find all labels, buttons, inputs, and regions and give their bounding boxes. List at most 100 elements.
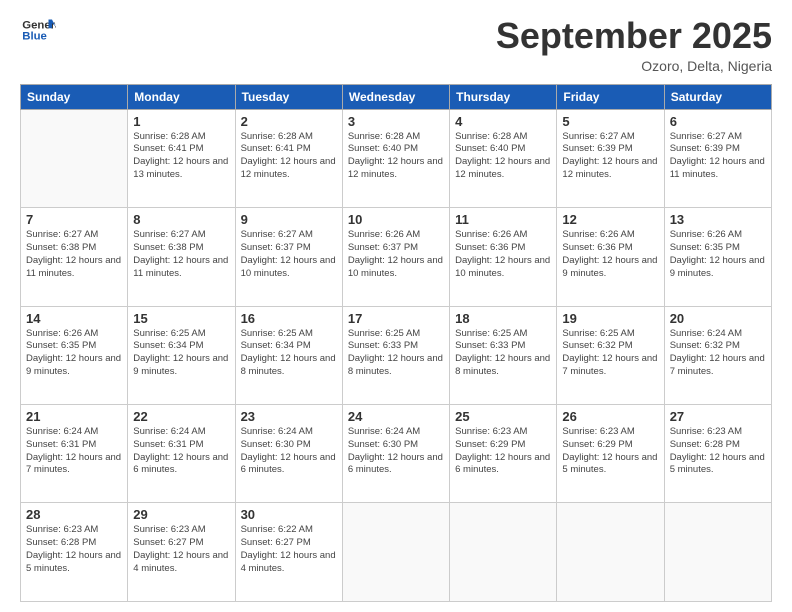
day-info: Sunrise: 6:25 AMSunset: 6:32 PMDaylight:… — [562, 328, 658, 379]
day-info: Sunrise: 6:26 AMSunset: 6:36 PMDaylight:… — [562, 229, 658, 280]
day-number: 8 — [133, 212, 229, 227]
calendar-cell: 18Sunrise: 6:25 AMSunset: 6:33 PMDayligh… — [450, 306, 557, 404]
day-info: Sunrise: 6:24 AMSunset: 6:31 PMDaylight:… — [26, 426, 122, 477]
calendar-cell: 29 Sunrise: 6:23 AMSunset: 6:27 PMDayligh… — [128, 503, 235, 602]
day-number: 19 — [562, 311, 658, 326]
logo: General Blue — [20, 16, 56, 44]
calendar-cell: 27Sunrise: 6:23 AMSunset: 6:28 PMDayligh… — [664, 405, 771, 503]
header: General Blue September 2025 Ozoro, Delta… — [20, 16, 772, 74]
calendar-cell: 2Sunrise: 6:28 AMSunset: 6:41 PMDaylight… — [235, 109, 342, 207]
day-info: Sunrise: 6:27 AMSunset: 6:38 PMDaylight:… — [26, 229, 122, 280]
calendar-cell: 4 Sunrise: 6:28 AMSunset: 6:40 PMDaylight… — [450, 109, 557, 207]
calendar-week-0: 1 Sunrise: 6:28 AMSunset: 6:41 PMDaylight… — [21, 109, 772, 207]
calendar-week-1: 7 Sunrise: 6:27 AMSunset: 6:38 PMDaylight… — [21, 208, 772, 306]
day-number: 25 — [455, 409, 551, 424]
col-saturday: Saturday — [664, 84, 771, 109]
calendar-cell: 15 Sunrise: 6:25 AMSunset: 6:34 PMDayligh… — [128, 306, 235, 404]
calendar-cell: 30 Sunrise: 6:22 AMSunset: 6:27 PMDayligh… — [235, 503, 342, 602]
title-block: September 2025 Ozoro, Delta, Nigeria — [496, 16, 772, 74]
calendar-cell: 19 Sunrise: 6:25 AMSunset: 6:32 PMDayligh… — [557, 306, 664, 404]
calendar-cell: 9 Sunrise: 6:27 AMSunset: 6:37 PMDaylight… — [235, 208, 342, 306]
day-number: 26 — [562, 409, 658, 424]
day-info: Sunrise: 6:23 AMSunset: 6:29 PMDaylight:… — [562, 426, 658, 477]
calendar-cell: 5Sunrise: 6:27 AMSunset: 6:39 PMDaylight… — [557, 109, 664, 207]
day-info: Sunrise: 6:25 AMSunset: 6:33 PMDaylight:… — [348, 328, 444, 379]
day-number: 14 — [26, 311, 122, 326]
day-info: Sunrise: 6:23 AMSunset: 6:27 PMDaylight:… — [133, 524, 229, 575]
calendar-cell: 26 Sunrise: 6:23 AMSunset: 6:29 PMDayligh… — [557, 405, 664, 503]
day-number: 6 — [670, 114, 766, 129]
day-number: 15 — [133, 311, 229, 326]
calendar-cell: 16 Sunrise: 6:25 AMSunset: 6:34 PMDayligh… — [235, 306, 342, 404]
day-info: Sunrise: 6:23 AMSunset: 6:29 PMDaylight:… — [455, 426, 551, 477]
day-number: 3 — [348, 114, 444, 129]
calendar-cell — [557, 503, 664, 602]
day-number: 4 — [455, 114, 551, 129]
calendar-cell: 10Sunrise: 6:26 AMSunset: 6:37 PMDayligh… — [342, 208, 449, 306]
day-number: 21 — [26, 409, 122, 424]
day-number: 27 — [670, 409, 766, 424]
day-info: Sunrise: 6:25 AMSunset: 6:34 PMDaylight:… — [133, 328, 229, 379]
day-number: 9 — [241, 212, 337, 227]
calendar-week-2: 14 Sunrise: 6:26 AMSunset: 6:35 PMDayligh… — [21, 306, 772, 404]
calendar-cell: 12 Sunrise: 6:26 AMSunset: 6:36 PMDayligh… — [557, 208, 664, 306]
calendar-cell: 8 Sunrise: 6:27 AMSunset: 6:38 PMDaylight… — [128, 208, 235, 306]
calendar-cell: 11 Sunrise: 6:26 AMSunset: 6:36 PMDayligh… — [450, 208, 557, 306]
calendar-cell: 6 Sunrise: 6:27 AMSunset: 6:39 PMDaylight… — [664, 109, 771, 207]
calendar-week-3: 21 Sunrise: 6:24 AMSunset: 6:31 PMDayligh… — [21, 405, 772, 503]
calendar-cell — [342, 503, 449, 602]
calendar-header-row: Sunday Monday Tuesday Wednesday Thursday… — [21, 84, 772, 109]
day-number: 20 — [670, 311, 766, 326]
day-info: Sunrise: 6:27 AMSunset: 6:38 PMDaylight:… — [133, 229, 229, 280]
col-sunday: Sunday — [21, 84, 128, 109]
month-title: September 2025 — [496, 16, 772, 56]
day-info: Sunrise: 6:24 AMSunset: 6:32 PMDaylight:… — [670, 328, 766, 379]
day-number: 30 — [241, 507, 337, 522]
day-number: 29 — [133, 507, 229, 522]
location: Ozoro, Delta, Nigeria — [496, 58, 772, 74]
day-info: Sunrise: 6:23 AMSunset: 6:28 PMDaylight:… — [26, 524, 122, 575]
calendar-cell: 1Sunrise: 6:28 AMSunset: 6:41 PMDaylight… — [128, 109, 235, 207]
calendar-cell — [664, 503, 771, 602]
day-info: Sunrise: 6:26 AMSunset: 6:36 PMDaylight:… — [455, 229, 551, 280]
day-info: Sunrise: 6:24 AMSunset: 6:31 PMDaylight:… — [133, 426, 229, 477]
calendar-cell: 13 Sunrise: 6:26 AMSunset: 6:35 PMDayligh… — [664, 208, 771, 306]
day-info: Sunrise: 6:27 AMSunset: 6:37 PMDaylight:… — [241, 229, 337, 280]
day-info: Sunrise: 6:25 AMSunset: 6:34 PMDaylight:… — [241, 328, 337, 379]
day-info: Sunrise: 6:28 AMSunset: 6:40 PMDaylight:… — [455, 131, 551, 182]
logo-icon: General Blue — [20, 16, 56, 44]
calendar-cell: 14 Sunrise: 6:26 AMSunset: 6:35 PMDayligh… — [21, 306, 128, 404]
day-info: Sunrise: 6:26 AMSunset: 6:37 PMDaylight:… — [348, 229, 444, 280]
calendar-cell: 23 Sunrise: 6:24 AMSunset: 6:30 PMDayligh… — [235, 405, 342, 503]
calendar-cell: 21 Sunrise: 6:24 AMSunset: 6:31 PMDayligh… — [21, 405, 128, 503]
day-info: Sunrise: 6:27 AMSunset: 6:39 PMDaylight:… — [670, 131, 766, 182]
page: General Blue September 2025 Ozoro, Delta… — [0, 0, 792, 612]
calendar-cell: 25 Sunrise: 6:23 AMSunset: 6:29 PMDayligh… — [450, 405, 557, 503]
day-info: Sunrise: 6:22 AMSunset: 6:27 PMDaylight:… — [241, 524, 337, 575]
day-number: 1 — [133, 114, 229, 129]
calendar-cell: 3 Sunrise: 6:28 AMSunset: 6:40 PMDaylight… — [342, 109, 449, 207]
day-number: 16 — [241, 311, 337, 326]
day-number: 23 — [241, 409, 337, 424]
day-number: 28 — [26, 507, 122, 522]
day-info: Sunrise: 6:28 AMSunset: 6:40 PMDaylight:… — [348, 131, 444, 182]
day-info: Sunrise: 6:24 AMSunset: 6:30 PMDaylight:… — [241, 426, 337, 477]
calendar-cell — [450, 503, 557, 602]
col-friday: Friday — [557, 84, 664, 109]
day-info: Sunrise: 6:26 AMSunset: 6:35 PMDaylight:… — [26, 328, 122, 379]
day-number: 22 — [133, 409, 229, 424]
col-monday: Monday — [128, 84, 235, 109]
day-number: 11 — [455, 212, 551, 227]
col-thursday: Thursday — [450, 84, 557, 109]
day-number: 12 — [562, 212, 658, 227]
day-number: 7 — [26, 212, 122, 227]
svg-text:Blue: Blue — [22, 31, 47, 43]
calendar-cell: 7 Sunrise: 6:27 AMSunset: 6:38 PMDaylight… — [21, 208, 128, 306]
day-number: 13 — [670, 212, 766, 227]
day-info: Sunrise: 6:26 AMSunset: 6:35 PMDaylight:… — [670, 229, 766, 280]
day-info: Sunrise: 6:28 AMSunset: 6:41 PMDaylight:… — [241, 131, 337, 182]
calendar-week-4: 28 Sunrise: 6:23 AMSunset: 6:28 PMDayligh… — [21, 503, 772, 602]
calendar-cell: 22 Sunrise: 6:24 AMSunset: 6:31 PMDayligh… — [128, 405, 235, 503]
day-number: 24 — [348, 409, 444, 424]
day-number: 18 — [455, 311, 551, 326]
